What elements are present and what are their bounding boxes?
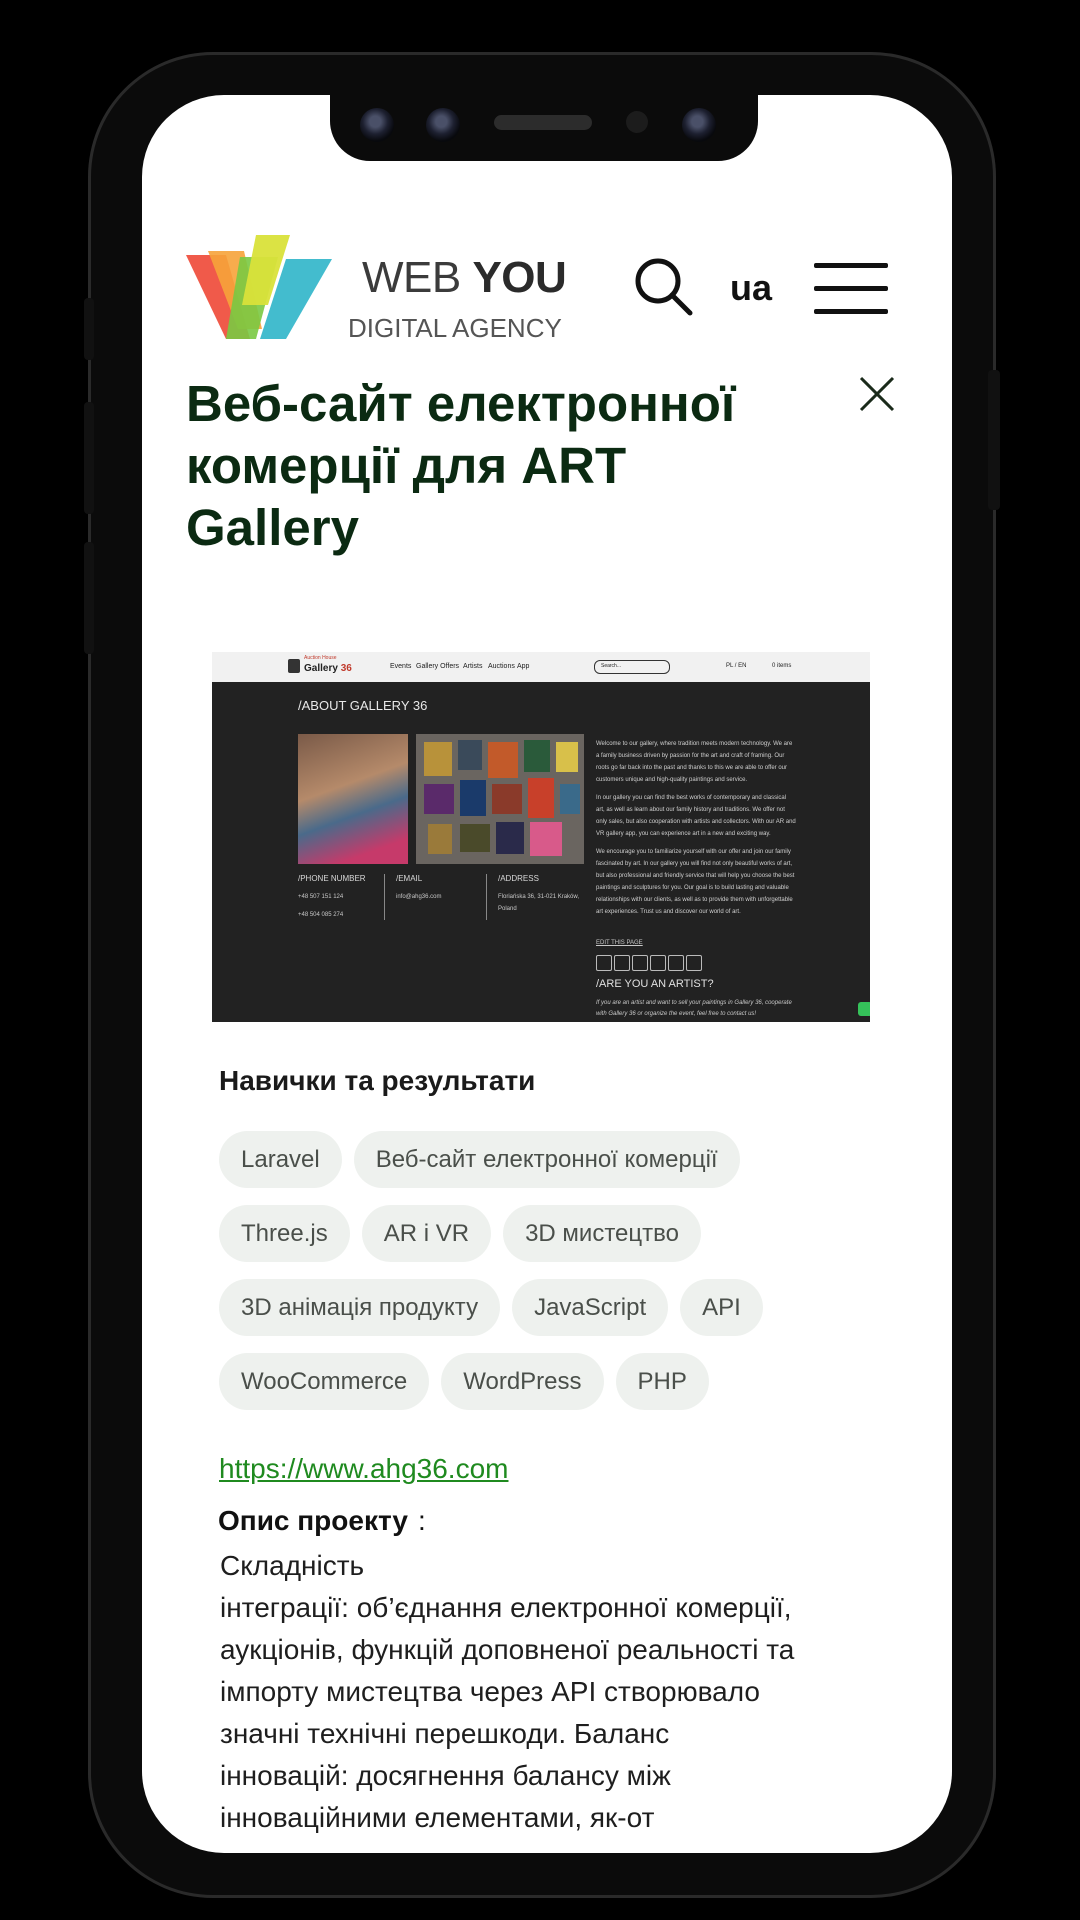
logo-wordmark: WEB YOU [362,253,567,302]
screenshot-nav-item: Events [390,663,412,670]
close-icon[interactable] [858,375,896,413]
screenshot-phone-1: +48 507 151 124 [298,894,344,900]
screenshot-address-1: Floriańska 36, 31-021 Kraków, [498,894,580,900]
screenshot-search-field: Search... [594,660,670,674]
screenshot-address-2: Poland [498,906,517,912]
skill-tag[interactable]: Three.js [219,1205,350,1262]
speaker [494,115,592,130]
skills-heading: Навички та результати [219,1065,536,1096]
skill-tag[interactable]: JavaScript [512,1279,669,1336]
screenshot-email: info@ahg36.com [396,894,442,900]
volume-up-button [84,402,94,514]
screenshot-artist-text: If you are an artist and want to sell yo… [596,1000,792,1017]
skill-tag[interactable]: WooCommerce [219,1353,430,1410]
screenshot-brand: Gallery 36 [304,663,352,674]
screenshot-email-label: /EMAIL [396,874,423,883]
sensor-dot [626,111,648,133]
front-camera-icon [682,108,716,142]
skill-tag[interactable]: 3D анімація продукту [219,1279,501,1336]
sensor-icon [360,108,394,142]
screenshot-lang: PL / EN [726,663,747,669]
hamburger-menu-icon[interactable] [814,263,888,315]
skill-tag[interactable]: AR і VR [361,1205,492,1262]
screenshot-nav-item: Artists [463,663,483,670]
project-screenshot: Auction House Gallery 36 Events Gallery … [212,652,870,1022]
skills-tag-list: Laravel Веб-сайт електронної комерціїThre… [219,1131,879,1427]
screenshot-address-label: /ADDRESS [498,874,539,883]
skill-tag[interactable]: Laravel [219,1131,342,1188]
language-switch[interactable]: ua [730,267,772,309]
screenshot-photo-paintings [416,734,584,864]
screenshot-phone-2: +48 504 085 274 [298,912,344,918]
volume-down-button [84,542,94,654]
skill-tag[interactable]: PHP [615,1353,709,1410]
sensor-icon [426,108,460,142]
screenshot-photo-street [298,734,408,864]
screenshot-artist-title: /ARE YOU AN ARTIST? [596,978,714,990]
power-button [988,370,1000,510]
screenshot-nav-item: Gallery Offers [416,663,460,670]
project-url-link[interactable]: https://www.ahg36.com [219,1453,508,1485]
skill-tag[interactable]: Веб-сайт електронної комерції [353,1131,740,1188]
screenshot-phone-label: /PHONE NUMBER [298,874,366,883]
web-you-logo-icon[interactable] [186,235,332,339]
notch [330,95,758,161]
screenshot-navbar: Auction House Gallery 36 Events Gallery … [212,652,870,682]
screenshot-section-title: /ABOUT GALLERY 36 [298,698,428,713]
screenshot-nav-item: App [517,663,530,670]
screenshot-about-text: Welcome to our gallery, where tradition … [596,741,796,915]
page-title: Веб-сайт електронної комерції для ART Ga… [186,375,736,556]
gallery-logo-icon [288,659,300,673]
screenshot-social-icons [596,955,704,976]
search-icon[interactable] [632,255,696,319]
whatsapp-icon [858,1002,870,1016]
skill-tag[interactable]: 3D мистецтво [503,1205,701,1262]
project-description-label: Опис проекту [218,1505,408,1536]
screenshot-edit-link: EDIT THIS PAGE [596,940,643,946]
screenshot-cart: 0 items [772,663,792,669]
screenshot-brand-small: Auction House [304,655,337,661]
project-description-colon: : [418,1505,426,1536]
skill-tag[interactable]: API [680,1279,763,1336]
skill-tag[interactable]: WordPress [441,1353,604,1410]
phone-screen: WEB YOU DIGITAL AGENCY ua Веб-сайт елект… [142,95,952,1853]
project-description-text: Складність інтеграції: об’єднання електр… [220,1550,795,1833]
screenshot-nav-item: Auctions [488,663,515,670]
logo-tagline: DIGITAL AGENCY [348,313,562,343]
mute-switch [84,298,94,360]
